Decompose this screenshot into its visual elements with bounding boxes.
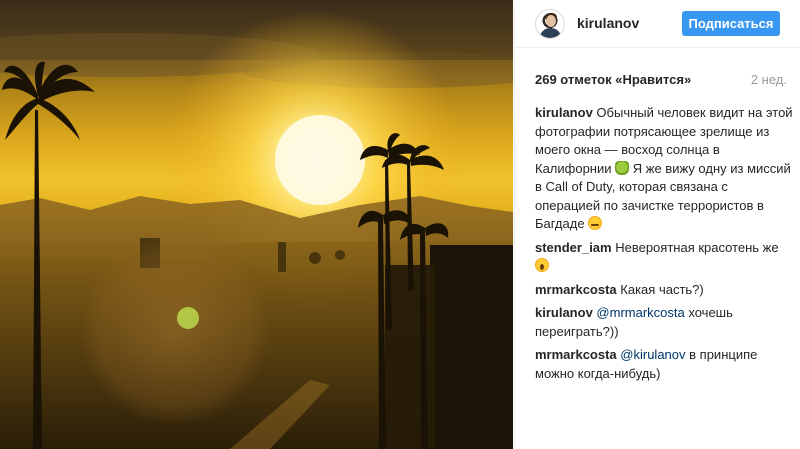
post-side-panel: kirulanov Подписаться 269 отметок «Нрави… — [514, 0, 800, 449]
comment-author[interactable]: kirulanov — [535, 305, 593, 320]
caption-author[interactable]: kirulanov — [535, 105, 593, 120]
caption: kirulanov Обычный человек видит на этой … — [535, 104, 793, 234]
comments-list: kirulanov Обычный человек видит на этой … — [535, 104, 793, 388]
sick-face-icon — [615, 160, 630, 175]
screaming-face-icon — [535, 258, 549, 272]
post-header: kirulanov Подписаться — [515, 0, 800, 48]
comment-mention[interactable]: @mrmarkcosta — [596, 305, 684, 320]
comment-author[interactable]: mrmarkcosta — [535, 282, 617, 297]
comment-author[interactable]: mrmarkcosta — [535, 347, 617, 362]
comment-item: mrmarkcosta @kirulanov в принципе можно … — [535, 346, 793, 383]
comment-text: Какая часть?) — [620, 281, 704, 297]
post-photo[interactable] — [0, 0, 513, 449]
comment-author[interactable]: stender_iam — [535, 240, 612, 255]
comment-item: stender_iam Невероятная красотень же — [535, 239, 793, 276]
comment-text: Невероятная красотень же — [615, 239, 779, 255]
follow-button[interactable]: Подписаться — [682, 11, 780, 36]
likes-row: 269 отметок «Нравится» 2 нед. — [535, 72, 787, 90]
author-username[interactable]: kirulanov — [577, 15, 639, 31]
comment-item: kirulanov @mrmarkcosta хочешь переиграть… — [535, 304, 793, 341]
post-age[interactable]: 2 нед. — [751, 72, 787, 87]
comment-item: mrmarkcosta Какая часть?) — [535, 281, 793, 300]
persevering-face-icon — [588, 216, 603, 230]
sunrise-photo-illustration — [0, 0, 513, 449]
author-avatar[interactable] — [535, 9, 565, 39]
comment-mention[interactable]: @kirulanov — [620, 347, 685, 362]
likes-count[interactable]: 269 отметок «Нравится» — [535, 72, 691, 87]
